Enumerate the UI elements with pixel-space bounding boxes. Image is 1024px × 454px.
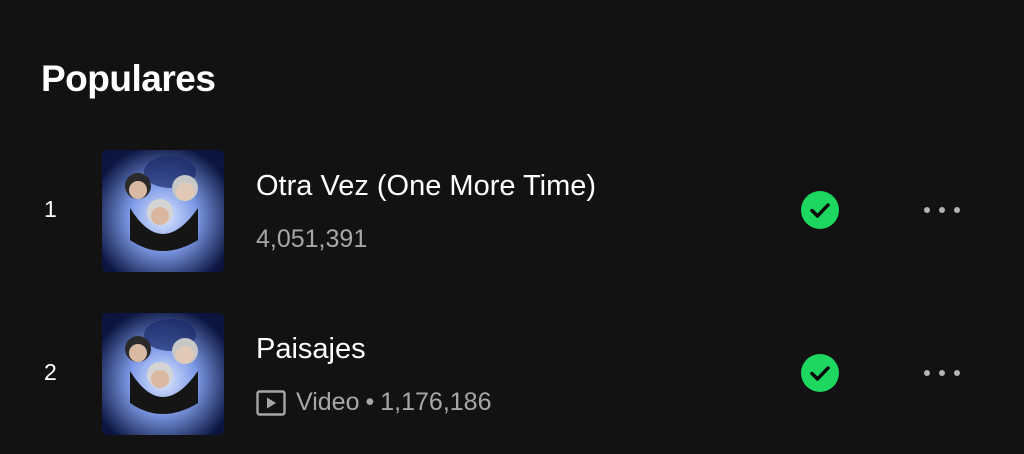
more-options-button[interactable] [912,357,972,389]
track-title[interactable]: Paisajes [256,333,366,366]
play-count: 1,176,186 [380,388,492,416]
play-count: 4,051,391 [256,225,368,253]
track-meta: 4,051,391 [256,225,367,254]
more-options-icon [954,207,960,213]
more-options-button[interactable] [912,194,972,226]
separator-dot: • [365,388,375,416]
track-title[interactable]: Otra Vez (One More Time) [256,170,596,203]
check-circle-icon[interactable] [801,191,839,229]
more-options-icon [939,207,945,213]
video-label: Video [296,388,360,416]
more-options-icon [924,207,930,213]
more-options-icon [954,370,960,376]
more-options-icon [924,370,930,376]
video-icon [256,389,286,416]
track-meta: Video • 1,176,186 [256,388,491,417]
track-rank: 1 [44,196,57,222]
more-options-icon [939,370,945,376]
album-cover [102,150,224,272]
track-row[interactable]: 1 Otra Vez (One More Time) 4,051,391 [0,150,1024,272]
track-row[interactable]: 2 Paisajes Video • 1,176,186 [0,313,1024,435]
section-title: Populares [41,58,216,99]
check-circle-icon[interactable] [801,354,839,392]
album-cover [102,313,224,435]
track-rank: 2 [44,359,57,385]
